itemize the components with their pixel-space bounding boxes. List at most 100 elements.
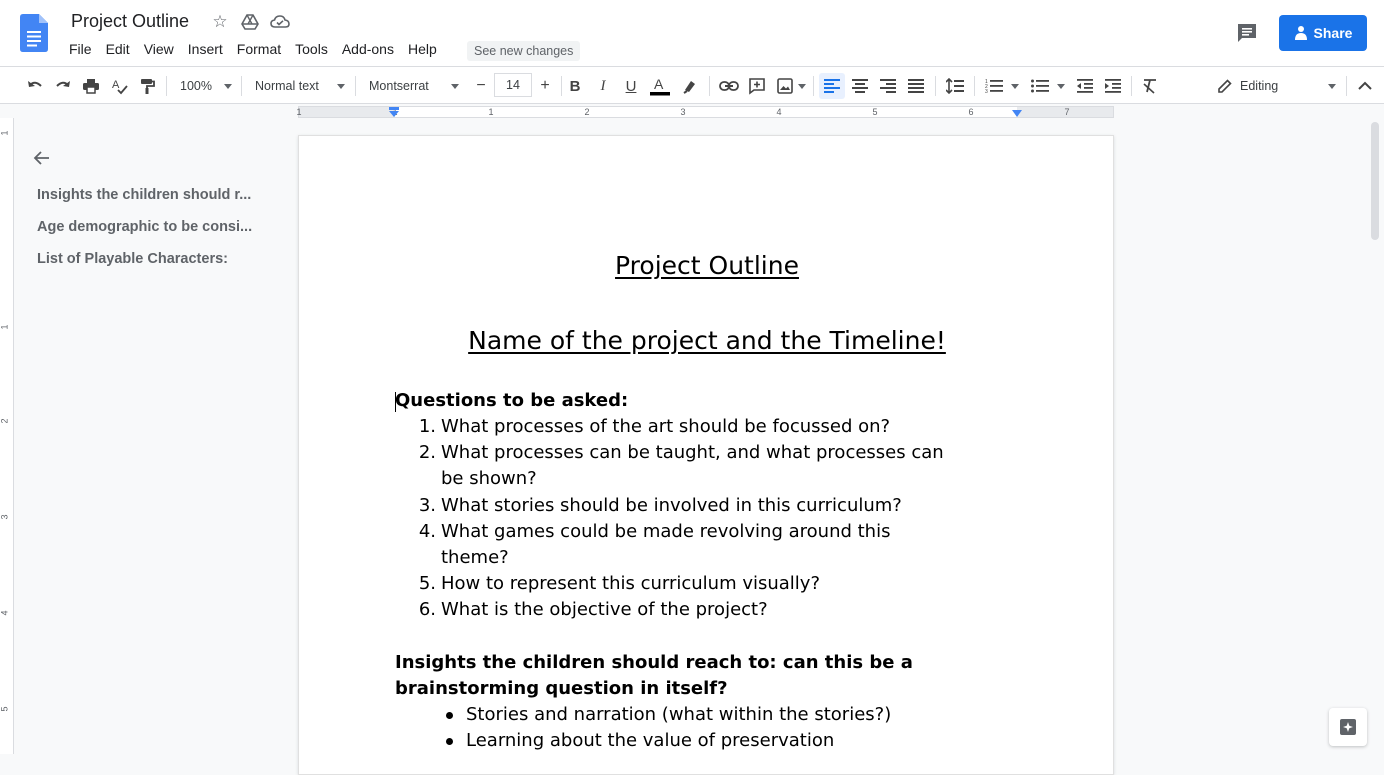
list-item-text-continued: theme?: [441, 547, 509, 568]
toolbar-divider: [355, 76, 356, 96]
italic-icon[interactable]: I: [591, 73, 615, 99]
explore-sparkle-icon[interactable]: [1329, 708, 1367, 746]
insights-heading-line: brainstorming question in itself?: [395, 678, 728, 699]
insert-link-icon[interactable]: [716, 73, 742, 99]
menu-insert[interactable]: Insert: [181, 40, 230, 60]
list-number: 2.: [418, 442, 436, 463]
menu-format[interactable]: Format: [230, 40, 288, 60]
paint-format-icon[interactable]: [134, 73, 160, 99]
bullet-dot: [446, 712, 453, 719]
right-indent-marker[interactable]: [1011, 109, 1023, 119]
align-left-icon[interactable]: [819, 73, 845, 99]
line-spacing-icon[interactable]: [942, 73, 968, 99]
list-item-text: What processes of the art should be focu…: [441, 416, 891, 437]
cloud-saved-icon[interactable]: [270, 12, 290, 32]
undo-icon[interactable]: [22, 73, 48, 99]
toolbar-divider: [813, 76, 814, 96]
ruler-number: 7: [1064, 107, 1070, 117]
bullet-text: Stories and narration (what within the s…: [466, 704, 892, 725]
increase-indent-icon[interactable]: [1100, 73, 1126, 99]
bullet-item: Learning about the value of preservation: [446, 728, 1026, 754]
font-family-select[interactable]: Montserrat: [365, 73, 461, 99]
outline-item-playable-characters[interactable]: List of Playable Characters:: [37, 251, 267, 267]
bullet-item: Stories and narration (what within the s…: [446, 702, 1026, 728]
menu-help[interactable]: Help: [401, 40, 444, 60]
close-outline-arrow-left-icon[interactable]: [32, 148, 52, 168]
menu-tools[interactable]: Tools: [288, 40, 335, 60]
vruler-number: 1: [0, 324, 10, 330]
vruler-number: 4: [0, 610, 10, 616]
decrease-indent-icon[interactable]: [1072, 73, 1098, 99]
ruler-number: 2: [584, 107, 590, 117]
menu-bar: File Edit View Insert Format Tools Add-o…: [62, 40, 444, 60]
scrollbar-thumb[interactable]: [1371, 122, 1379, 240]
comment-history-icon[interactable]: [1234, 20, 1260, 46]
list-number: 4.: [418, 521, 436, 542]
align-justify-icon[interactable]: [903, 73, 929, 99]
chevron-down-icon: [224, 84, 232, 89]
list-item: 1. What processes of the art should be f…: [419, 414, 1011, 440]
insert-image-icon[interactable]: [772, 73, 808, 99]
zoom-select[interactable]: 100%: [176, 73, 234, 99]
underline-icon[interactable]: U: [619, 73, 643, 99]
decrease-font-size-button[interactable]: −: [470, 73, 492, 99]
insights-heading-line: Insights the children should reach to: c…: [395, 652, 913, 673]
list-item-text: What is the objective of the project?: [441, 599, 768, 620]
font-family-value: Montserrat: [369, 79, 429, 93]
vruler-number: 3: [0, 514, 10, 520]
see-new-changes-button[interactable]: See new changes: [467, 41, 581, 61]
app-header: Project Outline ☆ File Edit View Insert …: [0, 0, 1384, 66]
vruler-number: 1: [0, 130, 10, 136]
align-right-icon[interactable]: [875, 73, 901, 99]
share-button[interactable]: Share: [1279, 15, 1367, 51]
menu-view[interactable]: View: [137, 40, 181, 60]
pencil-icon: [1218, 79, 1232, 93]
ruler-number: 4: [776, 107, 782, 117]
vertical-scrollbar[interactable]: [1367, 118, 1384, 754]
clear-formatting-icon[interactable]: [1137, 73, 1163, 99]
document-title[interactable]: Project Outline: [71, 11, 189, 32]
vertical-ruler: 1 1 2 3 4 5: [0, 118, 14, 754]
outline-item-insights[interactable]: Insights the children should r...: [37, 187, 267, 203]
align-center-icon[interactable]: [847, 73, 873, 99]
list-item-text: What games could be made revolving aroun…: [441, 521, 891, 542]
redo-icon[interactable]: [50, 73, 76, 99]
list-item-text-continued: be shown?: [441, 468, 537, 489]
menu-addons[interactable]: Add-ons: [335, 40, 401, 60]
highlight-color-icon[interactable]: [677, 73, 703, 99]
star-icon[interactable]: ☆: [210, 12, 230, 32]
spellcheck-icon[interactable]: A: [106, 73, 132, 99]
list-item-text: What stories should be involved in this …: [441, 495, 902, 516]
toolbar-divider: [241, 76, 242, 96]
ruler-number: 6: [968, 107, 974, 117]
insights-heading: Insights the children should reach to: c…: [395, 650, 955, 702]
list-number: 3.: [418, 495, 436, 516]
left-indent-marker[interactable]: [388, 107, 400, 119]
docs-logo-icon[interactable]: [20, 14, 48, 52]
editing-mode-select[interactable]: Editing: [1214, 73, 1340, 99]
toolbar-divider: [1346, 76, 1347, 96]
outline-item-age-demographic[interactable]: Age demographic to be consi...: [37, 219, 267, 235]
hide-menus-chevron-up-icon[interactable]: [1352, 73, 1378, 99]
menu-file[interactable]: File: [62, 40, 99, 60]
print-icon[interactable]: [78, 73, 104, 99]
ruler-number: 1: [296, 107, 302, 117]
bold-icon[interactable]: B: [563, 73, 587, 99]
numbered-list-icon[interactable]: 123: [981, 73, 1021, 99]
ruler-track[interactable]: 1 1 1 2 3 4 5 6 7: [296, 106, 1114, 118]
add-comment-icon[interactable]: [744, 73, 770, 99]
bulleted-list-icon[interactable]: [1027, 73, 1067, 99]
document-page[interactable]: Project Outline Name of the project and …: [298, 135, 1114, 775]
move-to-drive-icon[interactable]: [240, 12, 260, 32]
list-item-text: How to represent this curriculum visuall…: [441, 573, 821, 594]
toolbar-divider: [709, 76, 710, 96]
paragraph-style-select[interactable]: Normal text: [251, 73, 347, 99]
chevron-down-icon: [798, 84, 806, 89]
list-item: 6. What is the objective of the project?: [419, 597, 1011, 623]
menu-edit[interactable]: Edit: [99, 40, 137, 60]
bullet-text: Learning about the value of preservation: [466, 730, 835, 751]
list-item: 5. How to represent this curriculum visu…: [419, 571, 1011, 597]
text-color-icon[interactable]: A: [647, 73, 673, 99]
increase-font-size-button[interactable]: +: [534, 73, 556, 99]
font-size-input[interactable]: 14: [494, 73, 532, 97]
